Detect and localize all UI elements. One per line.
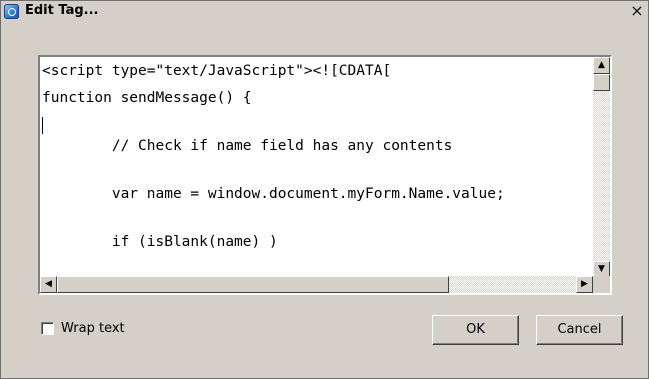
ok-button[interactable]: OK [432, 315, 519, 345]
code-editor[interactable]: <script type="text/JavaScript"><![CDATA[… [38, 55, 612, 295]
horizontal-scroll-thumb[interactable] [57, 276, 449, 293]
horizontal-scrollbar[interactable]: ◀ ▶ [40, 276, 593, 293]
app-icon [4, 4, 19, 19]
wrap-text-checkbox[interactable] [41, 322, 54, 335]
code-line: function sendMessage() { [42, 90, 252, 106]
scrollbar-corner [593, 276, 610, 293]
cancel-button[interactable]: Cancel [536, 315, 623, 345]
text-caret [42, 117, 43, 134]
title-bar[interactable]: Edit Tag... × [1, 1, 648, 23]
code-line: if (isBlank(name) ) [42, 234, 278, 250]
vertical-scroll-thumb[interactable] [593, 74, 610, 91]
code-line: var name = window.document.myForm.Name.v… [42, 186, 505, 202]
scroll-right-icon[interactable]: ▶ [576, 276, 593, 293]
edit-tag-dialog: Edit Tag... × <script type="text/JavaScr… [0, 0, 649, 379]
code-line: <script type="text/JavaScript"><![CDATA[ [42, 63, 392, 79]
code-line: // Check if name field has any contents [42, 138, 453, 154]
close-icon[interactable]: × [629, 3, 645, 19]
vertical-scrollbar[interactable]: ▲ ▼ [593, 57, 610, 278]
dialog-title: Edit Tag... [25, 3, 99, 18]
wrap-text-label[interactable]: Wrap text [61, 321, 125, 336]
scroll-up-icon[interactable]: ▲ [593, 57, 610, 74]
code-text-area[interactable]: <script type="text/JavaScript"><![CDATA[… [42, 59, 607, 275]
scroll-left-icon[interactable]: ◀ [40, 276, 57, 293]
